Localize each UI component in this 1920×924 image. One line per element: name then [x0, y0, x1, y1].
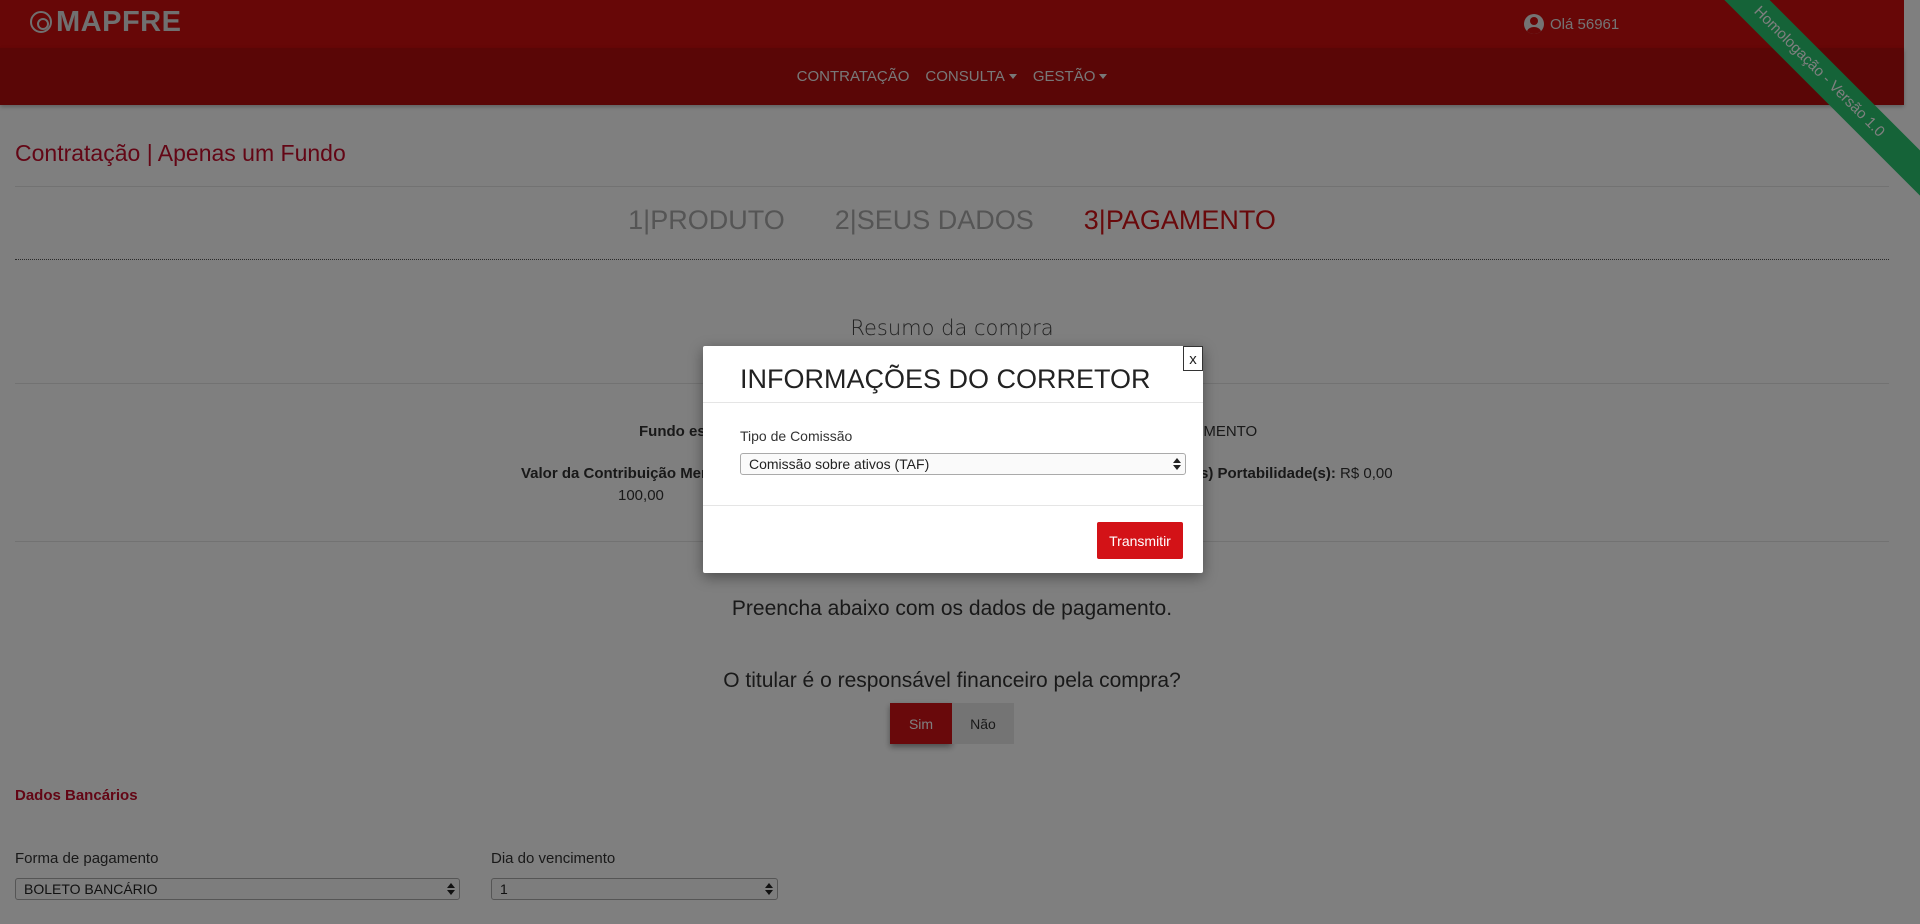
- modal-body: Tipo de Comissão: [703, 403, 1203, 451]
- broker-info-modal: INFORMAÇÕES DO CORRETOR x Tipo de Comiss…: [703, 346, 1203, 573]
- close-button[interactable]: x: [1183, 346, 1203, 371]
- transmitir-button[interactable]: Transmitir: [1097, 522, 1183, 559]
- modal-header: INFORMAÇÕES DO CORRETOR: [703, 346, 1203, 403]
- modal-title: INFORMAÇÕES DO CORRETOR: [740, 364, 1151, 394]
- tipo-comissao-select[interactable]: Comissão sobre ativos (TAF): [740, 453, 1186, 475]
- select-arrows-icon: [1173, 457, 1181, 471]
- modal-footer-divider: [703, 505, 1203, 506]
- tipo-comissao-label: Tipo de Comissão: [740, 428, 853, 444]
- tipo-comissao-value: Comissão sobre ativos (TAF): [749, 456, 930, 472]
